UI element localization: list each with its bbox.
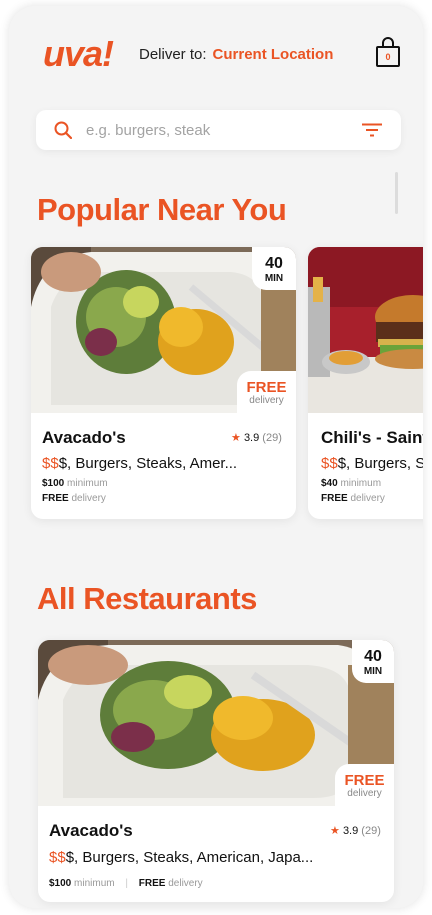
cuisine-line: $$$, Burgers, Steaks, American, Japa...	[49, 849, 313, 866]
cart-count: 0	[385, 52, 391, 62]
minimum-label: minimum	[67, 478, 108, 489]
header: uva! Deliver to: Current Location 0	[9, 6, 423, 102]
delivery-time-badge: 40 MIN	[252, 247, 296, 290]
time-value: 40	[364, 648, 382, 665]
filter-icon[interactable]	[362, 123, 382, 137]
current-location-link[interactable]: Current Location	[213, 46, 334, 63]
price-and-cuisines: $, Burgers, Steaks, Amer...	[58, 455, 238, 472]
delivery-value: FREE	[42, 493, 69, 504]
cuisine-line: $$$, Burgers, Steaks, Amer...	[42, 455, 237, 472]
time-value: 40	[265, 255, 283, 272]
minimum-value: $100	[42, 478, 65, 489]
minimum-label: minimum	[74, 878, 115, 889]
delivery-value: FREE	[321, 493, 348, 504]
minimum-order: $40 minimum	[321, 478, 381, 489]
minimum-label: minimum	[340, 478, 382, 489]
restaurant-card-avacados-full[interactable]: 40 MIN FREE delivery Avacado's ★ 3.9 (29…	[38, 640, 394, 902]
delivery-time-badge: 40 MIN	[352, 640, 394, 683]
price-level-active: $$	[49, 849, 66, 866]
rating-value: 3.9	[342, 825, 359, 837]
time-unit: MIN	[264, 273, 284, 284]
restaurant-name[interactable]: Chili's - Saint	[321, 428, 423, 448]
order-info: $100 minimum | FREE delivery	[49, 878, 203, 889]
star-icon: ★	[231, 432, 241, 444]
restaurant-name[interactable]: Avacado's	[49, 821, 133, 841]
price-level-active: $$	[321, 455, 338, 472]
all-restaurants-title: All Restaurants	[37, 581, 257, 616]
price-and-cuisines: $, Burgers, Steaks, American, Japa...	[65, 849, 314, 866]
deliver-to[interactable]: Deliver to: Current Location	[139, 46, 333, 63]
restaurant-name[interactable]: Avacado's	[42, 428, 126, 448]
popular-near-you-title: Popular Near You	[37, 192, 287, 227]
minimum-value: $100	[49, 878, 72, 889]
free-delivery-badge: FREE delivery	[335, 764, 394, 806]
free-badge-sub: delivery	[347, 788, 382, 799]
star-icon: ★	[330, 825, 340, 837]
free-delivery-badge: FREE delivery	[237, 371, 296, 413]
free-badge-sub: delivery	[249, 395, 284, 406]
search-icon	[54, 121, 72, 139]
minimum-order: $100 minimum	[42, 478, 108, 489]
price-level-active: $$	[42, 455, 59, 472]
free-badge-label: FREE	[246, 379, 287, 396]
search-bar[interactable]	[36, 110, 401, 150]
rating: ★ 3.9 (29)	[330, 824, 381, 837]
rating-value: 3.9	[243, 432, 260, 444]
review-count: (29)	[361, 825, 381, 837]
divider: |	[125, 878, 128, 889]
app-screen: uva! Deliver to: Current Location 0 Popul…	[9, 6, 423, 908]
price-and-cuisines: $, Burgers, St	[337, 455, 423, 472]
cart-button[interactable]: 0	[375, 36, 401, 68]
rating: ★ 3.9 (29)	[231, 431, 282, 444]
review-count: (29)	[262, 432, 282, 444]
minimum-value: $40	[321, 478, 338, 489]
delivery-label: delivery	[71, 493, 106, 504]
delivery-label: delivery	[168, 878, 203, 889]
cuisine-line: $$$, Burgers, St	[321, 455, 423, 472]
delivery-fee: FREE delivery	[321, 493, 385, 504]
restaurant-card-avacados[interactable]: 40 MIN FREE delivery Avacado's ★ 3.9 (29…	[31, 247, 296, 519]
restaurant-card-chilis[interactable]: Chili's - Saint $$$, Burgers, St $40 min…	[308, 247, 423, 519]
scroll-indicator[interactable]	[395, 172, 398, 214]
time-unit: MIN	[363, 666, 383, 677]
deliver-label: Deliver to:	[139, 46, 207, 63]
search-input[interactable]	[86, 118, 336, 142]
delivery-label: delivery	[350, 493, 385, 504]
delivery-value: FREE	[138, 878, 166, 889]
uva-logo[interactable]: uva!	[43, 33, 114, 75]
delivery-fee: FREE delivery	[42, 493, 106, 504]
burger-photo	[308, 247, 423, 413]
free-badge-label: FREE	[344, 772, 385, 789]
